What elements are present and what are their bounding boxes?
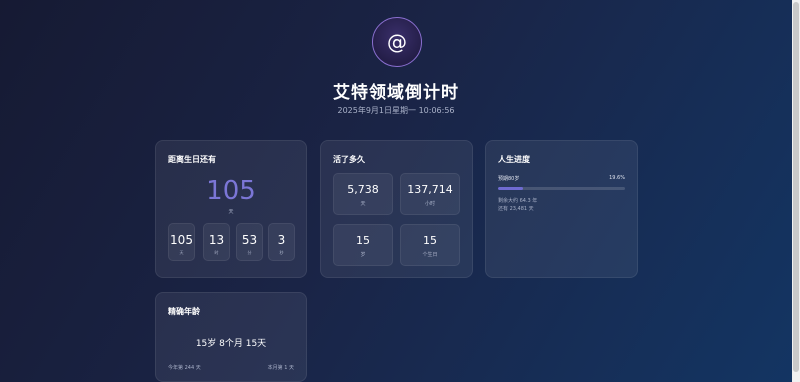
progress-remaining-years: 剩余大约 64.3 年 bbox=[498, 198, 538, 204]
day-of-month: 本月第 1 天 bbox=[267, 365, 294, 371]
birthday-days-big: 105 bbox=[206, 176, 256, 206]
exact-age-value: 15岁 8个月 15天 bbox=[195, 339, 267, 349]
lived-birthdays: 15 个生日 bbox=[400, 224, 460, 266]
lived-card-title: 活了多久 bbox=[333, 155, 365, 164]
scrollbar-thumb[interactable] bbox=[793, 2, 799, 372]
birthday-countdown-card: 距离生日还有 105 天 105 天 13 时 53 分 3秒 bbox=[155, 140, 307, 278]
lived-years: 15 岁 bbox=[333, 224, 393, 266]
exact-age-title: 精确年龄 bbox=[168, 307, 200, 316]
countdown-hours: 13 时 bbox=[203, 223, 230, 261]
birthday-days-unit: 天 bbox=[228, 209, 234, 215]
progress-card-title: 人生进度 bbox=[498, 155, 530, 164]
lived-card: 活了多久 5,738 天 137,714 小时 15 岁 15 个生日 bbox=[320, 140, 473, 278]
lived-days: 5,738 天 bbox=[333, 173, 393, 215]
countdown-days: 105 天 bbox=[168, 223, 195, 261]
lived-hours: 137,714 小时 bbox=[400, 173, 460, 215]
exact-age-card: 精确年龄 15岁 8个月 15天 今年第 244 天 本月第 1 天 bbox=[155, 292, 307, 382]
countdown-seconds: 3秒 bbox=[268, 223, 295, 261]
progress-expected-label: 预期80岁 bbox=[498, 176, 520, 182]
page-title: 艾特领域倒计时 bbox=[333, 83, 459, 103]
scrollbar[interactable] bbox=[792, 0, 800, 382]
life-progress-card: 人生进度 预期80岁 19.6% 剩余大约 64.3 年 还有 23,481 天 bbox=[485, 140, 638, 278]
progress-bar bbox=[498, 187, 625, 190]
progress-percent: 19.6% bbox=[609, 175, 625, 181]
avatar: @ bbox=[372, 17, 422, 67]
current-datetime: 2025年9月1日星期一 10:06:56 bbox=[337, 106, 455, 115]
progress-remaining-days: 还有 23,481 天 bbox=[498, 206, 534, 212]
countdown-minutes: 53 分 bbox=[236, 223, 263, 261]
birthday-card-title: 距离生日还有 bbox=[168, 155, 216, 164]
at-icon: @ bbox=[387, 30, 407, 54]
day-of-year: 今年第 244 天 bbox=[168, 365, 201, 371]
progress-bar-fill bbox=[498, 187, 523, 190]
